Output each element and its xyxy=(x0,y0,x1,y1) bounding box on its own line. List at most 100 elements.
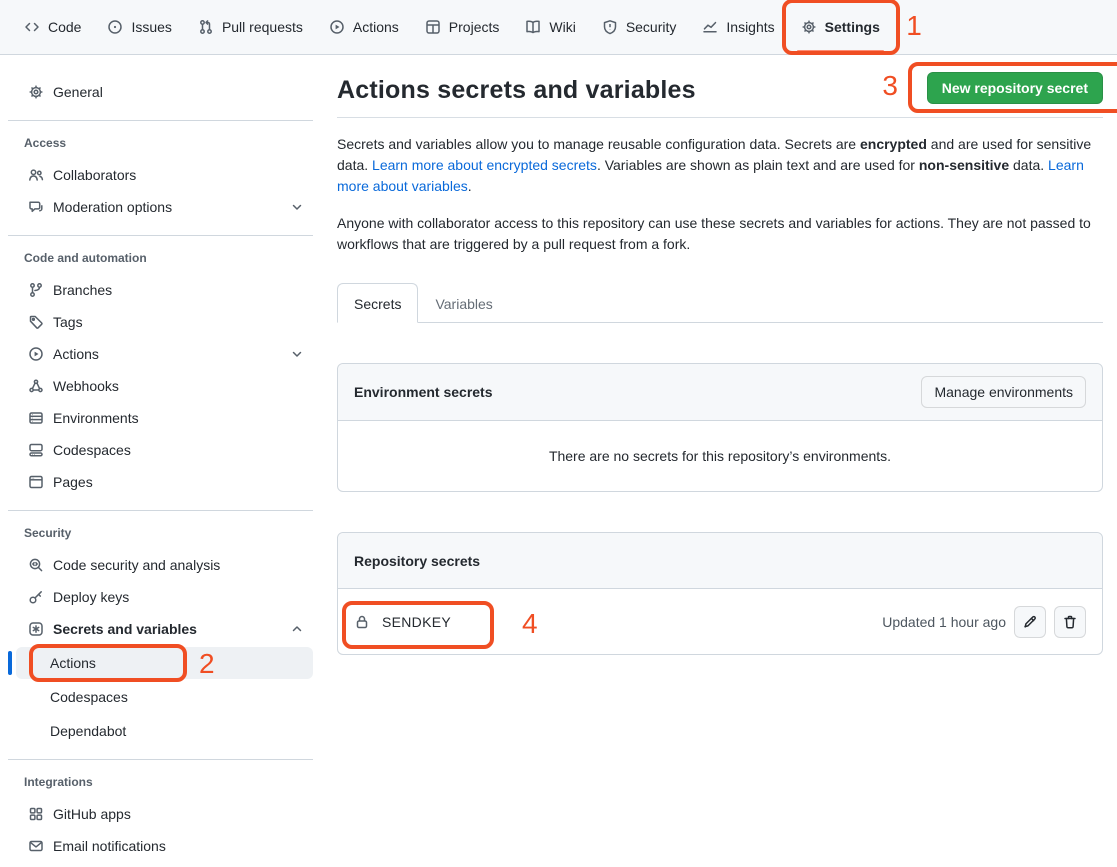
sidebar-item-label: Branches xyxy=(53,282,112,298)
new-repository-secret-button[interactable]: New repository secret xyxy=(927,72,1103,104)
secret-name: SENDKEY xyxy=(382,614,451,630)
tab-actions[interactable]: Actions xyxy=(319,12,409,42)
delete-secret-button[interactable] xyxy=(1054,606,1086,638)
collaborator-access-note: Anyone with collaborator access to this … xyxy=(337,213,1103,255)
people-icon xyxy=(28,167,44,183)
tab-projects[interactable]: Projects xyxy=(415,12,510,42)
sidebar-item-email-notifications[interactable]: Email notifications xyxy=(16,830,313,862)
sidebar-item-label: Moderation options xyxy=(53,199,172,215)
environment-secrets-box: Environment secrets Manage environments … xyxy=(337,363,1103,492)
sidebar-item-label: Secrets and variables xyxy=(53,621,197,637)
gear-icon xyxy=(801,19,817,35)
tab-code[interactable]: Code xyxy=(14,12,91,42)
lock-icon xyxy=(354,614,370,630)
sidebar-divider xyxy=(8,120,313,121)
tab-insights[interactable]: Insights xyxy=(692,12,784,42)
play-icon xyxy=(329,19,345,35)
sidebar-item-label: Code security and analysis xyxy=(53,557,220,573)
manage-environments-button[interactable]: Manage environments xyxy=(921,376,1086,408)
sidebar-item-label: Dependabot xyxy=(50,723,126,739)
tab-settings[interactable]: Settings 1 xyxy=(791,12,890,42)
tab-label: Security xyxy=(626,19,677,35)
desc-bold-non-sensitive: non-sensitive xyxy=(919,157,1009,173)
table-icon xyxy=(425,19,441,35)
mail-icon xyxy=(28,838,44,854)
chevron-down-icon xyxy=(289,346,305,362)
main-content: Actions secrets and variables New reposi… xyxy=(337,56,1103,655)
tag-icon xyxy=(28,314,44,330)
sidebar-item-tags[interactable]: Tags xyxy=(16,306,313,338)
secrets-description: Secrets and variables allow you to manag… xyxy=(337,134,1103,197)
git-pull-request-icon xyxy=(198,19,214,35)
sidebar-item-label: Codespaces xyxy=(50,689,128,705)
sidebar-item-github-apps[interactable]: GitHub apps xyxy=(16,798,313,830)
tab-secrets[interactable]: Secrets xyxy=(337,283,418,323)
sidebar-section-header-integrations: Integrations xyxy=(24,775,321,789)
sidebar-item-label: Collaborators xyxy=(53,167,136,183)
trash-icon xyxy=(1062,614,1078,630)
sidebar-item-code-security[interactable]: Code security and analysis xyxy=(16,549,313,581)
sidebar-subitem-dependabot[interactable]: Dependabot xyxy=(16,715,313,747)
sidebar-item-label: Pages xyxy=(53,474,93,490)
secrets-variables-tabnav: Secrets Variables xyxy=(337,282,1103,323)
tab-issues[interactable]: Issues xyxy=(97,12,181,42)
chevron-up-icon xyxy=(289,621,305,637)
server-icon xyxy=(28,410,44,426)
sidebar-item-actions[interactable]: Actions xyxy=(16,338,313,370)
graph-icon xyxy=(702,19,718,35)
sidebar-section-header-code-automation: Code and automation xyxy=(24,251,321,265)
desc-bold-encrypted: encrypted xyxy=(860,136,927,152)
sidebar-item-label: General xyxy=(53,84,103,100)
apps-grid-icon xyxy=(28,806,44,822)
sidebar-section-header-access: Access xyxy=(24,136,321,150)
sidebar-item-collaborators[interactable]: Collaborators xyxy=(16,159,313,191)
empty-state-text: There are no secrets for this repository… xyxy=(549,448,891,464)
settings-sidebar: General Access Collaborators Moderation … xyxy=(0,56,321,867)
sidebar-item-deploy-keys[interactable]: Deploy keys xyxy=(16,581,313,613)
environment-secrets-empty-state: There are no secrets for this repository… xyxy=(338,421,1102,491)
tab-wiki[interactable]: Wiki xyxy=(515,12,585,42)
secret-name-group: SENDKEY 4 xyxy=(354,614,451,630)
sidebar-item-label: Tags xyxy=(53,314,83,330)
codescan-icon xyxy=(28,557,44,573)
sidebar-item-secrets-and-variables[interactable]: Secrets and variables xyxy=(16,613,313,645)
tab-pull-requests[interactable]: Pull requests xyxy=(188,12,313,42)
sidebar-subitem-actions[interactable]: Actions 2 xyxy=(16,647,313,679)
sidebar-item-label: Email notifications xyxy=(53,838,166,854)
environment-secrets-header: Environment secrets Manage environments xyxy=(338,364,1102,421)
comment-discussion-icon xyxy=(28,199,44,215)
sidebar-item-label: Actions xyxy=(53,346,99,362)
sidebar-item-pages[interactable]: Pages xyxy=(16,466,313,498)
environment-secrets-title: Environment secrets xyxy=(354,384,493,400)
edit-secret-button[interactable] xyxy=(1014,606,1046,638)
asterisk-box-icon xyxy=(28,621,44,637)
tab-label: Code xyxy=(48,19,81,35)
secret-row: SENDKEY 4 Updated 1 hour ago xyxy=(338,589,1102,654)
tab-label: Projects xyxy=(449,19,500,35)
sidebar-item-general[interactable]: General xyxy=(16,76,313,108)
sidebar-divider xyxy=(8,235,313,236)
tab-label: Issues xyxy=(131,19,171,35)
pencil-icon xyxy=(1022,614,1038,630)
link-encrypted-secrets[interactable]: Learn more about encrypted secrets xyxy=(372,157,597,173)
tab-label: Wiki xyxy=(549,19,575,35)
issue-opened-icon xyxy=(107,19,123,35)
tab-variables[interactable]: Variables xyxy=(418,283,509,323)
sidebar-divider xyxy=(8,510,313,511)
tab-label: Pull requests xyxy=(222,19,303,35)
tab-security[interactable]: Security xyxy=(592,12,687,42)
secret-updated-timestamp: Updated 1 hour ago xyxy=(882,614,1006,630)
sidebar-subitem-codespaces[interactable]: Codespaces xyxy=(16,681,313,713)
gear-icon xyxy=(28,84,44,100)
repository-secrets-box: Repository secrets SENDKEY 4 Updated 1 h… xyxy=(337,532,1103,655)
sidebar-item-webhooks[interactable]: Webhooks xyxy=(16,370,313,402)
chevron-down-icon xyxy=(289,199,305,215)
webhook-icon xyxy=(28,378,44,394)
sidebar-item-environments[interactable]: Environments xyxy=(16,402,313,434)
active-item-indicator xyxy=(8,651,12,675)
sidebar-item-moderation-options[interactable]: Moderation options xyxy=(16,191,313,223)
repository-secrets-title: Repository secrets xyxy=(354,553,480,569)
sidebar-item-codespaces[interactable]: Codespaces xyxy=(16,434,313,466)
sidebar-item-branches[interactable]: Branches xyxy=(16,274,313,306)
annotation-number-4: 4 xyxy=(522,608,538,640)
